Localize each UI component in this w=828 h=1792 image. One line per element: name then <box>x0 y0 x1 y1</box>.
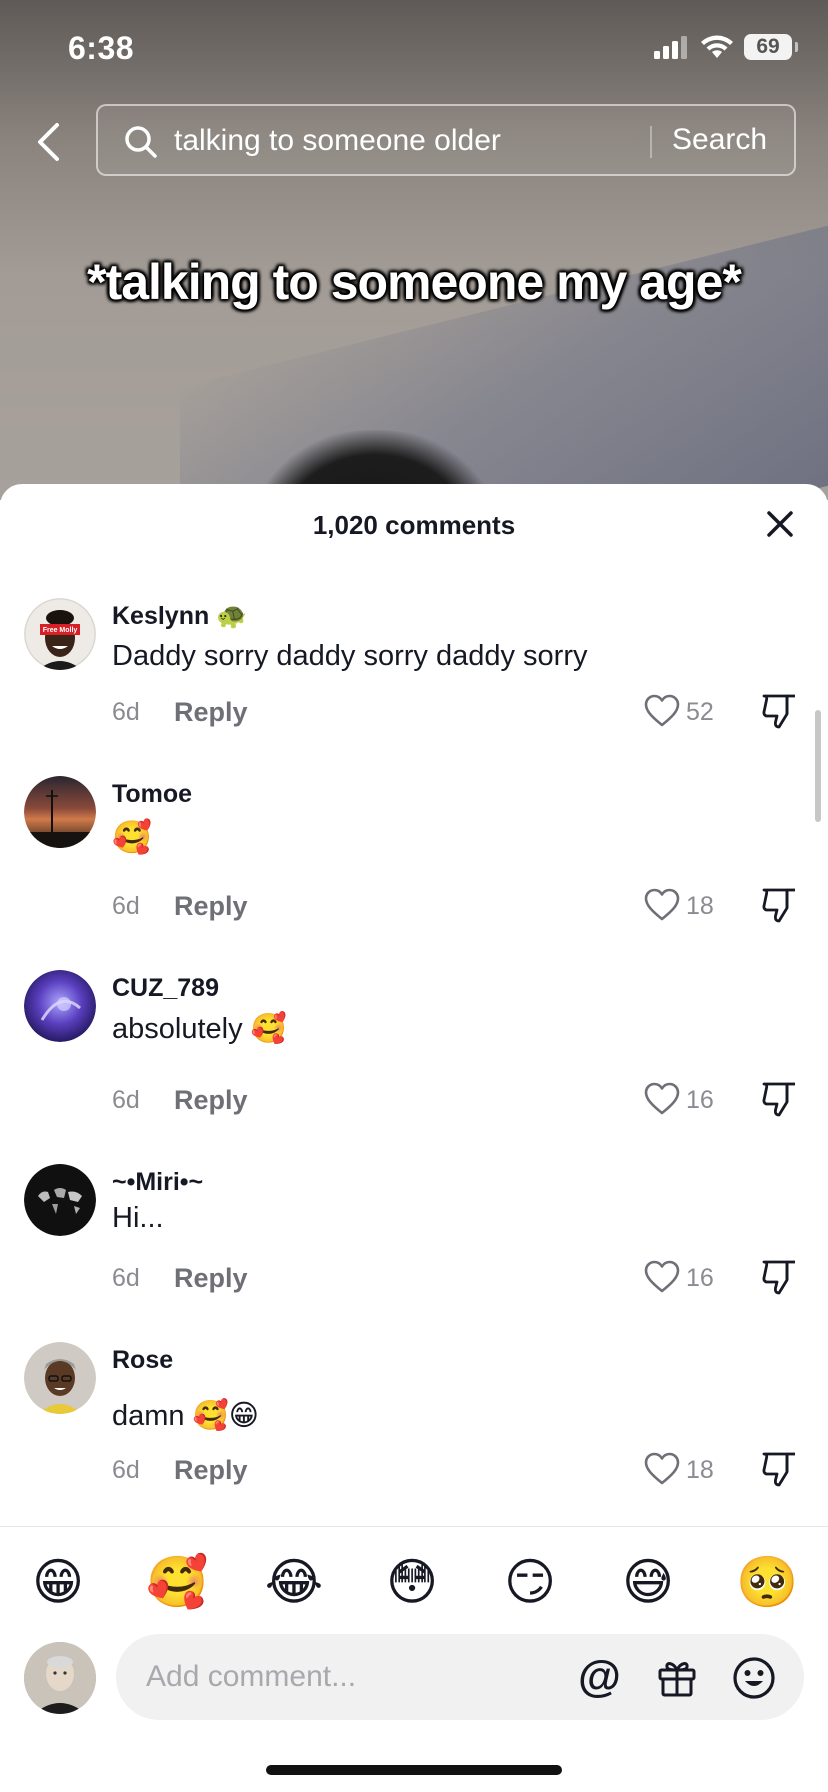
avatar[interactable] <box>24 776 96 848</box>
reply-button[interactable]: Reply <box>174 1085 248 1116</box>
comment-username[interactable]: ~•Miri•~ <box>112 1168 203 1197</box>
battery-level: 69 <box>756 35 780 58</box>
reply-button[interactable]: Reply <box>174 891 248 922</box>
comment-item: CUZ_789 absolutely 🥰 6d Reply 16 <box>0 970 828 1140</box>
comment-text: Daddy sorry daddy sorry daddy sorry <box>112 640 588 672</box>
avatar-rose <box>24 1342 96 1414</box>
comment-age: 6d <box>112 1456 140 1484</box>
comment-username[interactable]: Rose <box>112 1346 173 1375</box>
wifi-icon <box>701 35 733 58</box>
avatar[interactable] <box>24 970 96 1042</box>
gift-icon[interactable] <box>656 1656 698 1698</box>
avatar[interactable] <box>24 1164 96 1236</box>
comments-count-title: 1,020 comments <box>312 510 516 540</box>
search-input[interactable]: talking to someone older <box>174 124 501 158</box>
comment-age: 6d <box>112 892 140 920</box>
comment-age: 6d <box>112 1264 140 1292</box>
reply-button[interactable]: Reply <box>174 1263 248 1294</box>
quick-emoji-grin[interactable]: 😁 <box>28 1552 88 1612</box>
close-icon[interactable] <box>762 506 798 542</box>
back-button[interactable] <box>26 120 70 164</box>
heart-icon[interactable] <box>644 888 680 922</box>
comment-text: damn 🥰😁 <box>112 1400 259 1432</box>
like-count: 18 <box>686 1456 714 1484</box>
thumbs-down-icon[interactable] <box>760 1258 798 1296</box>
comment-age: 6d <box>112 698 140 726</box>
mention-icon[interactable]: @ <box>578 1654 621 1700</box>
battery-indicator: 69 <box>744 34 798 60</box>
comment-username[interactable]: CUZ_789 <box>112 974 219 1003</box>
thumbs-down-icon[interactable] <box>760 886 798 924</box>
heart-icon[interactable] <box>644 694 680 728</box>
quick-emoji-smirk[interactable]: 😏 <box>500 1552 560 1612</box>
thumbs-down-icon[interactable] <box>760 1450 798 1488</box>
my-avatar[interactable] <box>24 1642 96 1714</box>
status-icons: 69 <box>654 34 798 60</box>
search-button[interactable]: Search <box>672 123 767 157</box>
quick-emoji-row: 😁 🥰 😂 😳 😏 😅 🥺 <box>0 1548 828 1612</box>
avatar-keslynn: Free Molly <box>24 598 96 670</box>
heart-icon[interactable] <box>644 1260 680 1294</box>
reply-button[interactable]: Reply <box>174 1455 248 1486</box>
search-icon <box>125 126 157 158</box>
avatar[interactable] <box>24 1342 96 1414</box>
comment-username[interactable]: Keslynn 🐢 <box>112 602 247 631</box>
comment-input-placeholder: Add comment... <box>146 1660 357 1693</box>
composer-divider <box>0 1526 828 1527</box>
status-bar: 6:38 69 <box>0 0 828 100</box>
quick-emoji-pleading[interactable]: 🥺 <box>736 1552 798 1612</box>
quick-emoji-sweat-smile[interactable]: 😅 <box>618 1552 678 1612</box>
status-time: 6:38 <box>68 30 135 66</box>
heart-icon[interactable] <box>644 1082 680 1116</box>
comment-input[interactable]: Add comment... @ <box>116 1634 804 1720</box>
reply-button[interactable]: Reply <box>174 697 248 728</box>
cellular-signal-icon <box>654 36 687 59</box>
quick-emoji-flushed[interactable]: 😳 <box>382 1552 442 1612</box>
video-caption: *talking to someone my age* <box>87 254 742 310</box>
comment-item: ~•Miri•~ Hi... 6d Reply 16 <box>0 1164 828 1334</box>
thumbs-down-icon[interactable] <box>760 1080 798 1118</box>
heart-icon[interactable] <box>644 1452 680 1486</box>
like-count: 16 <box>686 1264 714 1292</box>
avatar-badge-text: Free Molly <box>43 627 78 634</box>
avatar[interactable]: Free Molly <box>24 598 96 670</box>
back-arrow-icon <box>38 123 59 161</box>
comment-text: Hi... <box>112 1202 164 1234</box>
comment-text: absolutely 🥰 <box>112 1013 287 1045</box>
comment-age: 6d <box>112 1086 140 1114</box>
quick-emoji-hearts[interactable]: 🥰 <box>146 1552 208 1612</box>
avatar-miri <box>24 1164 96 1236</box>
comment-username[interactable]: Tomoe <box>112 780 192 809</box>
smiley-icon[interactable] <box>732 1656 776 1700</box>
avatar-cuz789 <box>24 970 96 1042</box>
like-count: 52 <box>686 698 714 726</box>
home-indicator[interactable] <box>266 1765 562 1775</box>
comment-item: Rose damn 🥰😁 6d Reply 18 <box>0 1342 828 1512</box>
comment-item: Tomoe 🥰 6d Reply 18 <box>0 776 828 946</box>
search-bar[interactable]: talking to someone older Search <box>96 104 796 176</box>
like-count: 16 <box>686 1086 714 1114</box>
thumbs-down-icon[interactable] <box>760 692 798 730</box>
like-count: 18 <box>686 892 714 920</box>
comment-text: 🥰 <box>112 818 152 856</box>
avatar-tomoe <box>24 776 96 848</box>
search-divider <box>650 126 652 158</box>
comment-item: Free Molly Keslynn 🐢 Daddy sorry daddy s… <box>0 598 828 768</box>
avatar-current-user <box>24 1642 96 1714</box>
quick-emoji-joy[interactable]: 😂 <box>264 1552 324 1612</box>
